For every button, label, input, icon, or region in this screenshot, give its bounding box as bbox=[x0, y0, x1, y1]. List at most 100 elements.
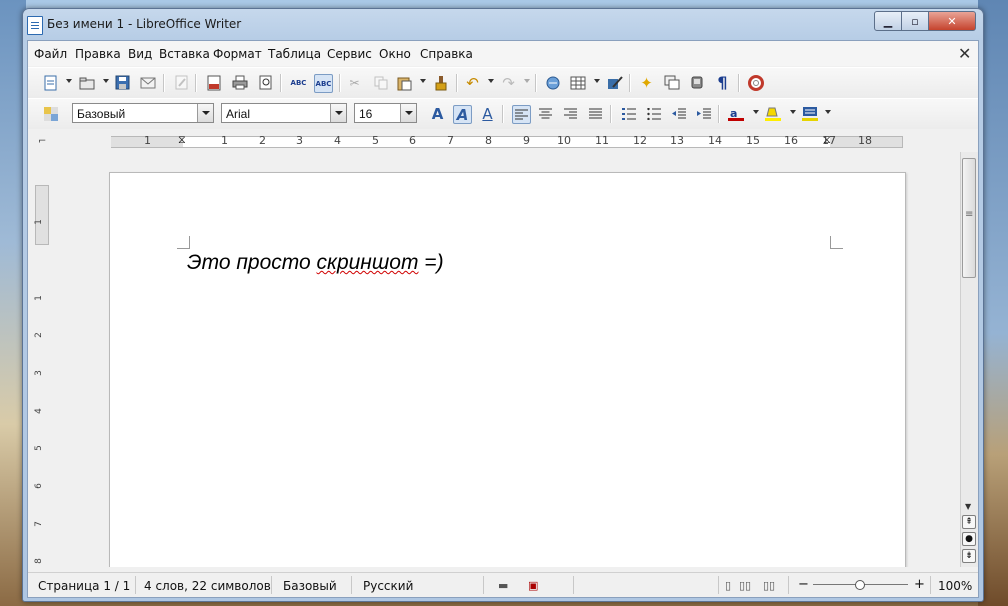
chevron-down-icon[interactable] bbox=[330, 104, 346, 122]
tab-type-icon[interactable]: ⌐ bbox=[38, 136, 46, 147]
underline-icon[interactable]: A bbox=[479, 105, 496, 123]
help-icon[interactable] bbox=[747, 74, 764, 91]
show-draw-functions-icon[interactable] bbox=[606, 74, 623, 91]
print-icon[interactable] bbox=[231, 74, 248, 91]
insert-mode-icon[interactable]: ▬ bbox=[498, 579, 508, 592]
table-dropdown-arrow[interactable] bbox=[594, 79, 600, 83]
zoom-level[interactable]: 100% bbox=[938, 579, 972, 593]
title-bar[interactable]: Без имени 1 - LibreOffice Writer ▁ ▫ ✕ bbox=[23, 9, 981, 39]
align-center-icon[interactable] bbox=[537, 105, 554, 122]
chevron-down-icon[interactable] bbox=[197, 104, 213, 122]
menu-file[interactable]: Файл bbox=[34, 47, 67, 61]
highlighting-icon[interactable] bbox=[764, 105, 781, 122]
ruler-tick: 1 bbox=[33, 295, 44, 301]
multi-page-view-icon[interactable]: ▯▯ bbox=[739, 579, 751, 592]
menu-insert[interactable]: Вставка bbox=[159, 47, 210, 61]
zoom-in-icon[interactable]: + bbox=[914, 577, 925, 592]
autospellcheck-icon[interactable]: ABC bbox=[314, 74, 333, 93]
justify-icon[interactable] bbox=[587, 105, 604, 122]
page-count[interactable]: Страница 1 / 1 bbox=[38, 579, 130, 593]
close-window-button[interactable]: ✕ bbox=[928, 11, 976, 31]
edit-file-icon[interactable] bbox=[173, 74, 190, 91]
menu-view[interactable]: Вид bbox=[128, 47, 152, 61]
align-left-icon[interactable] bbox=[512, 105, 531, 124]
paste-dropdown-arrow[interactable] bbox=[420, 79, 426, 83]
document-text[interactable]: Это просто скриншот =) bbox=[187, 251, 444, 275]
chevron-down-icon[interactable] bbox=[400, 104, 416, 122]
export-pdf-icon[interactable] bbox=[205, 74, 222, 91]
scrollbar-thumb[interactable] bbox=[962, 158, 976, 278]
previous-page-button[interactable]: ⇞ bbox=[962, 515, 976, 529]
font-color-icon[interactable]: a bbox=[727, 105, 744, 122]
redo-dropdown-arrow[interactable] bbox=[524, 79, 530, 83]
paste-icon[interactable] bbox=[396, 74, 413, 91]
navigation-button[interactable]: ● bbox=[962, 532, 976, 546]
cut-icon[interactable]: ✂ bbox=[346, 74, 363, 91]
undo-dropdown-arrow[interactable] bbox=[488, 79, 494, 83]
ruler-tick: 8 bbox=[485, 134, 492, 147]
menu-format[interactable]: Формат bbox=[213, 47, 262, 61]
undo-icon[interactable]: ↶ bbox=[464, 74, 481, 92]
page-style[interactable]: Базовый bbox=[283, 579, 337, 593]
close-document-button[interactable]: ✕ bbox=[958, 44, 971, 63]
spellcheck-icon[interactable]: ABC bbox=[290, 74, 307, 91]
table-icon[interactable] bbox=[569, 74, 586, 91]
next-page-button[interactable]: ⇟ bbox=[962, 549, 976, 563]
font-size-select[interactable]: 16 bbox=[354, 103, 417, 123]
redo-icon[interactable]: ↷ bbox=[500, 74, 517, 92]
font-color-dropdown-arrow[interactable] bbox=[753, 110, 759, 114]
save-icon[interactable] bbox=[114, 74, 131, 91]
open-dropdown-arrow[interactable] bbox=[103, 79, 109, 83]
book-view-icon[interactable]: ▯▯ bbox=[763, 579, 775, 592]
italic-icon[interactable]: A bbox=[453, 105, 472, 124]
menu-help[interactable]: Справка bbox=[420, 47, 473, 61]
zoom-slider-handle[interactable] bbox=[855, 580, 865, 590]
copy-icon[interactable] bbox=[372, 74, 389, 91]
decrease-indent-icon[interactable] bbox=[670, 105, 687, 122]
word-count[interactable]: 4 слов, 22 символов bbox=[144, 579, 271, 593]
status-separator bbox=[351, 576, 352, 594]
styles-formatting-icon[interactable] bbox=[42, 105, 59, 122]
formatting-marks-icon[interactable]: ¶ bbox=[714, 73, 731, 92]
align-right-icon[interactable] bbox=[562, 105, 579, 122]
document-page[interactable]: Это просто скриншот =) bbox=[109, 172, 906, 567]
open-folder-icon[interactable] bbox=[78, 74, 95, 91]
scroll-down-icon[interactable]: ▼ bbox=[965, 502, 971, 511]
menu-table[interactable]: Таблица bbox=[268, 47, 321, 61]
paragraph-style-select[interactable]: Базовый bbox=[72, 103, 214, 123]
menu-edit[interactable]: Правка bbox=[75, 47, 121, 61]
menu-tools[interactable]: Сервис bbox=[327, 47, 372, 61]
increase-indent-icon[interactable] bbox=[695, 105, 712, 122]
document-modified-icon[interactable]: ▣ bbox=[528, 579, 538, 592]
bullets-icon[interactable] bbox=[645, 105, 662, 122]
gallery-icon[interactable] bbox=[688, 74, 705, 91]
maximize-button[interactable]: ▫ bbox=[901, 11, 929, 31]
background-color-dropdown-arrow[interactable] bbox=[825, 110, 831, 114]
new-document-icon[interactable] bbox=[42, 74, 59, 91]
background-color-icon[interactable] bbox=[801, 105, 818, 122]
email-icon[interactable] bbox=[139, 74, 156, 91]
new-dropdown-arrow[interactable] bbox=[66, 79, 72, 83]
print-preview-icon[interactable] bbox=[257, 74, 274, 91]
find-replace-icon[interactable]: ✦ bbox=[638, 74, 655, 92]
bold-icon[interactable]: A bbox=[429, 105, 446, 123]
menu-window[interactable]: Окно bbox=[379, 47, 411, 61]
close-icon: ✕ bbox=[947, 14, 957, 28]
vertical-scrollbar[interactable]: ▼ ⇞ ● ⇟ bbox=[960, 152, 978, 567]
misspelled-word[interactable]: скриншот bbox=[317, 251, 419, 274]
horizontal-ruler[interactable]: ⌐ 1 ⧖ 1 2 3 4 5 6 7 8 9 10 11 12 13 14 1… bbox=[28, 130, 978, 152]
highlighting-dropdown-arrow[interactable] bbox=[790, 110, 796, 114]
language[interactable]: Русский bbox=[363, 579, 413, 593]
zoom-out-icon[interactable]: − bbox=[798, 577, 809, 592]
navigator-icon[interactable] bbox=[663, 74, 680, 91]
ruler-tick: 9 bbox=[523, 134, 530, 147]
document-workspace[interactable]: Это просто скриншот =) bbox=[54, 152, 960, 567]
vertical-ruler[interactable]: 1 1 2 3 4 5 6 7 8 bbox=[32, 183, 50, 568]
numbering-icon[interactable] bbox=[620, 105, 637, 122]
single-page-view-icon[interactable]: ▯ bbox=[725, 579, 731, 592]
hyperlink-icon[interactable] bbox=[544, 74, 561, 91]
font-name-select[interactable]: Arial bbox=[221, 103, 347, 123]
indent-marker[interactable]: ⧖ bbox=[178, 133, 186, 147]
clone-formatting-icon[interactable] bbox=[432, 74, 449, 91]
minimize-button[interactable]: ▁ bbox=[874, 11, 902, 31]
